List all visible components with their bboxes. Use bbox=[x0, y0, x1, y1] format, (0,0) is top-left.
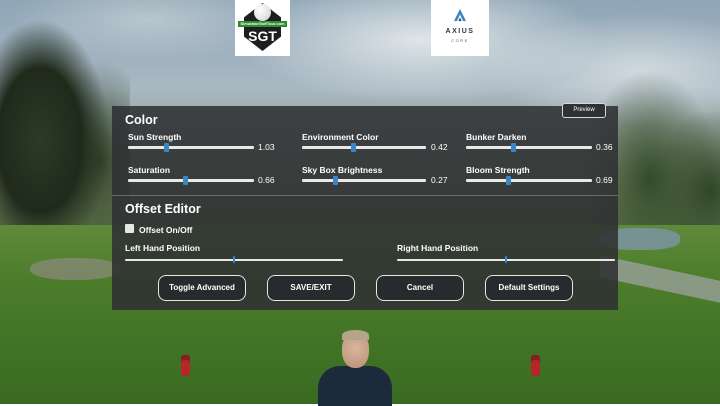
slider-thumb[interactable] bbox=[505, 176, 511, 185]
slider-label-sun-strength: Sun Strength bbox=[128, 132, 182, 142]
slider-value-bloom-strength: 0.69 bbox=[596, 175, 613, 185]
slider-label-environment-color: Environment Color bbox=[302, 132, 379, 142]
tee-marker-right bbox=[531, 355, 540, 376]
slider-thumb[interactable] bbox=[333, 176, 339, 185]
save-exit-button[interactable]: SAVE/EXIT bbox=[267, 275, 355, 301]
tee-marker-left bbox=[181, 355, 190, 376]
slider-environment-color[interactable] bbox=[302, 143, 426, 152]
slider-left-hand-position[interactable] bbox=[125, 256, 343, 263]
slider-sky-box-brightness[interactable] bbox=[302, 176, 426, 185]
slider-label-right-hand-position: Right Hand Position bbox=[397, 243, 479, 253]
slider-value-sky-box-brightness: 0.27 bbox=[431, 175, 448, 185]
settings-panel: Color Preview Sun Strength 1.03 Environm… bbox=[112, 103, 618, 310]
slider-thumb[interactable] bbox=[350, 143, 356, 152]
slider-bunker-darken[interactable] bbox=[466, 143, 592, 152]
slider-thumb[interactable] bbox=[510, 143, 516, 152]
presenter-body bbox=[318, 366, 392, 406]
offset-editor-title: Offset Editor bbox=[125, 202, 201, 216]
slider-value-bunker-darken: 0.36 bbox=[596, 142, 613, 152]
axius-core-logo: AXIUS CORE bbox=[431, 0, 489, 56]
slider-label-sky-box-brightness: Sky Box Brightness bbox=[302, 165, 383, 175]
slider-label-left-hand-position: Left Hand Position bbox=[125, 243, 201, 253]
axius-emblem-icon bbox=[454, 9, 466, 21]
slider-thumb[interactable] bbox=[233, 256, 235, 263]
rock-border bbox=[30, 258, 120, 280]
slider-saturation[interactable] bbox=[128, 176, 254, 185]
default-settings-button[interactable]: Default Settings bbox=[485, 275, 573, 301]
action-button-row: Toggle Advanced SAVE/EXIT Cancel Default… bbox=[112, 275, 618, 305]
slider-label-bloom-strength: Bloom Strength bbox=[466, 165, 530, 175]
golf-ball-icon bbox=[254, 4, 271, 21]
slider-bloom-strength[interactable] bbox=[466, 176, 592, 185]
offset-toggle-label: Offset On/Off bbox=[139, 225, 193, 235]
cancel-button[interactable]: Cancel bbox=[376, 275, 464, 301]
slider-thumb[interactable] bbox=[182, 176, 188, 185]
preview-button[interactable]: Preview bbox=[562, 103, 606, 118]
axius-logo-name: AXIUS bbox=[445, 28, 475, 35]
sgt-logo-mark: SGT bbox=[248, 28, 277, 44]
slider-value-saturation: 0.66 bbox=[258, 175, 275, 185]
presenter-hair bbox=[342, 330, 369, 340]
sgt-logo: SimulatorGolfTour.com SGT bbox=[235, 0, 290, 56]
slider-value-sun-strength: 1.03 bbox=[258, 142, 275, 152]
offset-toggle-checkbox[interactable] bbox=[125, 224, 134, 233]
sgt-logo-band: SimulatorGolfTour.com bbox=[238, 21, 287, 27]
axius-logo-sub: CORE bbox=[451, 38, 469, 43]
slider-thumb[interactable] bbox=[505, 256, 507, 263]
webcam-presenter bbox=[316, 328, 394, 406]
slider-value-environment-color: 0.42 bbox=[431, 142, 448, 152]
toggle-advanced-button[interactable]: Toggle Advanced bbox=[158, 275, 246, 301]
slider-label-saturation: Saturation bbox=[128, 165, 171, 175]
slider-right-hand-position[interactable] bbox=[397, 256, 615, 263]
slider-label-bunker-darken: Bunker Darken bbox=[466, 132, 527, 142]
section-divider bbox=[112, 195, 618, 196]
color-section-title: Color bbox=[125, 113, 158, 127]
slider-thumb[interactable] bbox=[163, 143, 169, 152]
slider-sun-strength[interactable] bbox=[128, 143, 254, 152]
